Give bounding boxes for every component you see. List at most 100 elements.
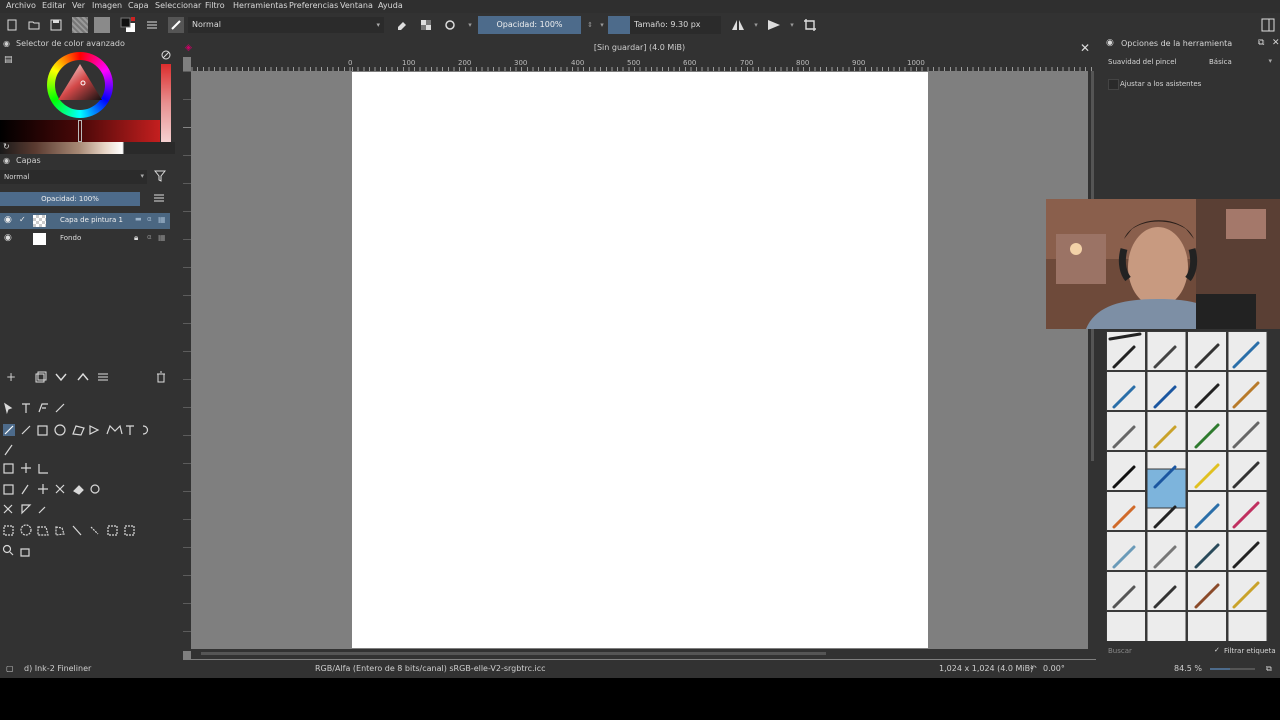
toolbox-icons[interactable] xyxy=(0,399,175,599)
mirror-horizontal-icon[interactable] xyxy=(730,17,746,33)
ruler-ticks xyxy=(191,67,1096,71)
reload-preset-icon[interactable] xyxy=(442,17,458,33)
ruler-label: 700 xyxy=(740,59,754,67)
new-document-icon[interactable] xyxy=(4,17,20,33)
layer-menu-icon[interactable] xyxy=(153,192,167,206)
menu-ayuda[interactable]: Ayuda xyxy=(378,1,403,10)
visibility-eye-icon[interactable]: ◉ xyxy=(4,215,12,225)
status-bar: ▢ d) Ink-2 Fineliner RGB/Alfa (Entero de… xyxy=(0,660,1280,678)
assistant-checkbox[interactable] xyxy=(1108,79,1119,90)
move-up-icon[interactable] xyxy=(76,370,90,384)
delete-layer-icon[interactable] xyxy=(154,370,168,384)
layer-row[interactable]: ◉ Fondo 🔒︎ α ▦ xyxy=(0,231,170,247)
menu-archivo[interactable]: Archivo xyxy=(6,1,36,10)
add-layer-icon[interactable]: + xyxy=(4,370,18,384)
brush-preset-icon[interactable] xyxy=(168,17,184,33)
layer-checkbox[interactable]: ✓ xyxy=(19,215,26,224)
ruler-label: 200 xyxy=(458,59,472,67)
panel-lock-icon[interactable]: ◉ xyxy=(3,156,10,165)
color-history-palette[interactable]: ↻ xyxy=(0,142,175,154)
zoom-level[interactable]: 84.5 % xyxy=(1174,664,1202,673)
menu-ventana[interactable]: Ventana xyxy=(340,1,373,10)
drawing-canvas[interactable] xyxy=(352,72,928,648)
save-icon[interactable] xyxy=(48,17,64,33)
layer-blend-select[interactable]: Normal ▾ xyxy=(0,170,147,184)
layer-properties-icon[interactable] xyxy=(96,370,110,384)
saturation-triangle[interactable] xyxy=(54,60,106,110)
ruler-label: 900 xyxy=(852,59,866,67)
document-tab[interactable]: [Sin guardar] (4.0 MiB) ✕ ◈ xyxy=(183,37,1096,57)
wrap-around-icon[interactable] xyxy=(802,17,818,33)
menu-imagen[interactable]: Imagen xyxy=(92,1,122,10)
eraser-icon[interactable] xyxy=(394,17,410,33)
duplicate-layer-icon[interactable] xyxy=(34,370,48,384)
alpha-lock-icon[interactable]: α xyxy=(147,233,152,241)
menu-editar[interactable]: Editar xyxy=(42,1,66,10)
dropdown-arrow-icon[interactable]: ▾ xyxy=(784,17,800,33)
refresh-icon[interactable]: ↻ xyxy=(3,142,10,151)
filter-icon[interactable] xyxy=(153,170,168,184)
smoothing-select[interactable]: Básica ▾ xyxy=(1206,55,1276,68)
alpha-lock-icon[interactable]: α xyxy=(147,215,152,223)
menu-preferencias[interactable]: Preferencias xyxy=(289,1,338,10)
vertical-ruler xyxy=(183,71,191,651)
gradient-swatch[interactable] xyxy=(72,17,88,33)
brush-search-input[interactable]: Buscar xyxy=(1108,647,1132,655)
menu-capa[interactable]: Capa xyxy=(128,1,148,10)
layer-blend-value: Normal xyxy=(4,173,30,181)
size-slider-fill xyxy=(608,16,630,34)
preserve-alpha-icon[interactable] xyxy=(418,17,434,33)
dropdown-arrow-icon[interactable]: ▾ xyxy=(748,17,764,33)
size-value: Tamaño: 9.30 px xyxy=(634,20,701,29)
panel-lock-icon[interactable]: ◉ xyxy=(1106,38,1114,48)
panel-lock-icon[interactable]: ◉ xyxy=(3,39,10,48)
float-panel-icon[interactable]: ⧉ xyxy=(1258,38,1264,48)
brush-preset-icons[interactable] xyxy=(1106,331,1268,641)
rotation-value[interactable]: 0.00° xyxy=(1043,664,1065,673)
menu-herramientas[interactable]: Herramientas xyxy=(233,1,288,10)
vertical-scrollbar[interactable] xyxy=(1088,71,1096,649)
advanced-color-selector[interactable]: ▤ xyxy=(0,48,175,146)
shade-selector[interactable] xyxy=(0,120,160,142)
menu-ver[interactable]: Ver xyxy=(72,1,85,10)
toolbox xyxy=(0,399,175,599)
opacity-slider[interactable]: Opacidad: 100% xyxy=(478,16,581,34)
layer-lock-icon[interactable]: ▬ xyxy=(135,215,142,223)
workspace-icon[interactable] xyxy=(1260,17,1276,33)
mirror-vertical-icon[interactable] xyxy=(766,17,782,33)
horizontal-ruler: 0 100 200 300 400 500 600 700 800 900 10… xyxy=(191,57,1096,71)
horizontal-scrollbar[interactable] xyxy=(191,649,1096,659)
close-document-icon[interactable]: ✕ xyxy=(1080,37,1090,59)
menu-seleccionar[interactable]: Seleccionar xyxy=(155,1,201,10)
brush-presets-grid[interactable] xyxy=(1106,331,1268,641)
visibility-eye-icon[interactable]: ◉ xyxy=(4,233,12,243)
color-history-strip[interactable] xyxy=(161,64,171,142)
layer-name[interactable]: Capa de pintura 1 xyxy=(60,216,123,224)
layer-row[interactable]: ◉ ✓ Capa de pintura 1 ▬ α ▦ xyxy=(0,213,170,229)
color-settings-icon[interactable]: ▤ xyxy=(4,55,13,65)
open-folder-icon[interactable] xyxy=(26,17,42,33)
dropdown-arrow-icon[interactable]: ▾ xyxy=(462,17,478,33)
layer-name[interactable]: Fondo xyxy=(60,234,81,242)
move-down-icon[interactable] xyxy=(54,370,68,384)
padlock-icon[interactable]: 🔒︎ xyxy=(134,233,138,243)
ruler-label: 0 xyxy=(348,59,353,67)
brush-settings-icon[interactable] xyxy=(144,17,160,33)
layer-opacity-slider[interactable]: Opacidad: 100% xyxy=(0,192,140,206)
ruler-label: 600 xyxy=(683,59,697,67)
rotate-icon[interactable]: ↶ xyxy=(1030,664,1037,673)
reset-color-icon[interactable] xyxy=(161,50,171,60)
close-panel-icon[interactable]: ✕ xyxy=(1272,38,1280,48)
blend-mode-select[interactable]: Normal ▾ xyxy=(188,17,384,33)
fg-bg-color-icon[interactable] xyxy=(120,17,136,33)
ruler-label: 800 xyxy=(796,59,810,67)
filter-tag-label: Filtrar etiqueta xyxy=(1224,647,1276,655)
size-slider[interactable]: Tamaño: 9.30 px xyxy=(608,16,721,34)
menu-filtro[interactable]: Filtro xyxy=(205,1,225,10)
filter-tag-checkbox[interactable]: ✓ xyxy=(1214,646,1220,654)
pattern-swatch[interactable] xyxy=(94,17,110,33)
zoom-slider[interactable] xyxy=(1210,668,1255,670)
inherit-alpha-icon[interactable]: ▦ xyxy=(158,233,166,242)
fullscreen-icon[interactable]: ⧉ xyxy=(1266,664,1272,674)
inherit-alpha-icon[interactable]: ▦ xyxy=(158,215,166,224)
